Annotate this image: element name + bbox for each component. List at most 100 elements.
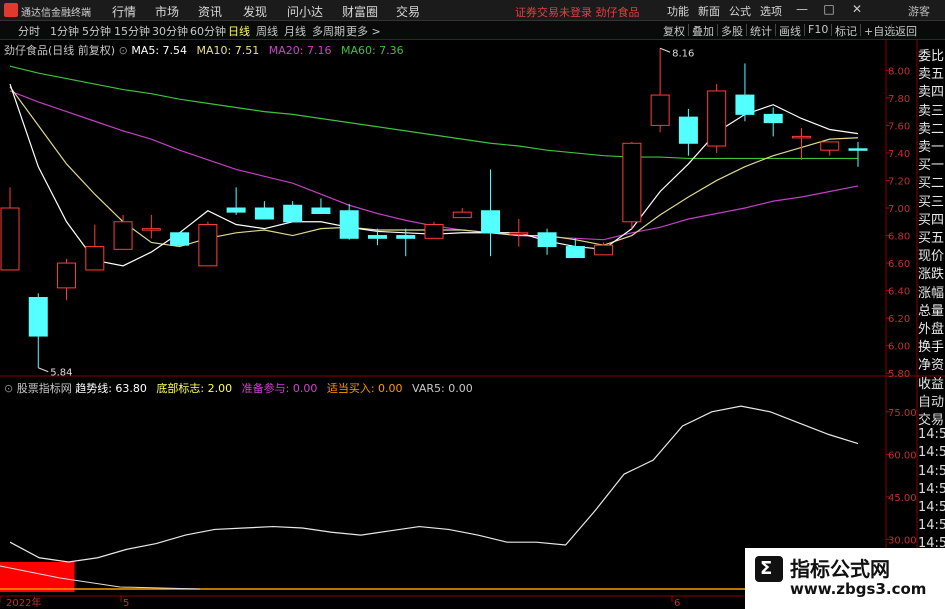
- high-marker: [659, 47, 671, 53]
- candle: [283, 204, 303, 223]
- candle: [791, 135, 811, 139]
- price-axis-label: 7.20: [888, 176, 910, 187]
- indicator-title[interactable]: 股票指标网: [17, 382, 72, 395]
- buy-label: 适当买入: 0.00: [326, 382, 403, 395]
- candle: [594, 244, 614, 256]
- candle: [339, 210, 359, 239]
- price-axis-label: 6.40: [888, 287, 910, 298]
- side-panel-item[interactable]: 卖一: [918, 136, 945, 155]
- price-axis-label: 7.60: [888, 121, 910, 132]
- candle: [735, 94, 755, 115]
- side-panel-item[interactable]: 买一: [918, 154, 945, 173]
- prepare-label: 准备参与: 0.00: [241, 382, 318, 395]
- indicator-axis-label: 45.00: [888, 493, 917, 504]
- price-axis-label: 6.20: [888, 314, 910, 325]
- side-panel-item[interactable]: 收益: [918, 373, 945, 392]
- candle: [226, 207, 246, 213]
- candle: [367, 235, 387, 239]
- side-panel-item[interactable]: 自动: [918, 391, 945, 410]
- ma60-label: MA60: 7.36: [340, 44, 404, 57]
- ma60-line: [9, 65, 858, 160]
- side-panel-item[interactable]: 买三: [918, 191, 945, 210]
- candle: [537, 232, 557, 248]
- ma10-label: MA10: 7.51: [196, 44, 260, 57]
- side-panel-item[interactable]: 14:50: [918, 500, 945, 515]
- candle: [141, 228, 161, 231]
- side-panel-item[interactable]: 总量: [918, 300, 945, 319]
- time-axis-label: 6: [674, 598, 680, 609]
- trend-line: [9, 405, 859, 563]
- side-panel-item[interactable]: 卖五: [918, 63, 945, 82]
- side-panel-item[interactable]: 14:50: [918, 445, 945, 460]
- candle: [452, 211, 472, 219]
- candle: [113, 221, 133, 250]
- watermark-url: www.zbgs3.com: [790, 580, 927, 598]
- side-panel-item[interactable]: 卖三: [918, 100, 945, 119]
- price-axis-label: 8.00: [888, 66, 910, 77]
- side-panel-item[interactable]: 现价: [918, 245, 945, 264]
- low-annotation: 5.84: [50, 368, 72, 379]
- indicator-axis-label: 75.00: [888, 408, 917, 419]
- candle: [311, 207, 331, 215]
- candle: [85, 246, 105, 271]
- price-axis-label: 7.40: [888, 149, 910, 160]
- candle: [28, 297, 48, 337]
- side-panel-item[interactable]: 买四: [918, 209, 945, 228]
- candle: [650, 94, 670, 126]
- indicator-legend: ⊙ 股票指标网 趋势线: 63.80 底部标志: 2.00 准备参与: 0.00…: [4, 382, 473, 395]
- price-axis-label: 7.00: [888, 204, 910, 215]
- candle: [565, 246, 585, 259]
- time-axis-label: 2022年: [6, 596, 41, 609]
- side-panel-item[interactable]: 买二: [918, 172, 945, 191]
- price-axis-label: 6.80: [888, 232, 910, 243]
- ma5-label: MA5: 7.54: [131, 44, 188, 57]
- side-panel-item[interactable]: 涨跌: [918, 263, 945, 282]
- price-axis-label: 7.80: [888, 94, 910, 105]
- candle: [509, 232, 529, 235]
- price-axis-label: 6.60: [888, 259, 910, 270]
- candle: [170, 232, 190, 246]
- watermark-title: 指标公式网: [790, 557, 890, 581]
- high-annotation: 8.16: [672, 48, 694, 59]
- candle: [678, 116, 698, 144]
- var5-label: VAR5: 0.00: [412, 382, 473, 395]
- side-panel-item[interactable]: 14:50: [918, 482, 945, 497]
- indicator-axis-label: 30.00: [888, 535, 917, 546]
- side-panel-item[interactable]: 14:50: [918, 464, 945, 479]
- candle: [763, 113, 783, 124]
- candle: [820, 141, 840, 151]
- side-panel-item[interactable]: 14:50: [918, 518, 945, 533]
- side-panel-item[interactable]: 14:50: [918, 427, 945, 442]
- ma20-line: [9, 90, 859, 241]
- indicator-axis-label: 60.00: [888, 450, 917, 461]
- candle: [481, 210, 501, 234]
- side-panel-item[interactable]: 卖四: [918, 81, 945, 100]
- candle: [0, 207, 20, 271]
- candle: [396, 235, 416, 239]
- side-panel-item[interactable]: 涨幅: [918, 282, 945, 301]
- trend-line-label: 趋势线: 63.80: [75, 382, 147, 395]
- side-panel-item[interactable]: 买五: [918, 227, 945, 246]
- candle: [198, 224, 218, 267]
- bottom-flag-label: 底部标志: 2.00: [156, 382, 233, 395]
- candle: [57, 262, 77, 289]
- price-axis-label: 6.00: [888, 342, 910, 353]
- chart-title: 劲仔食品(日线 前复权): [4, 44, 116, 57]
- side-panel-item[interactable]: 交易: [918, 409, 945, 428]
- bottom-flag-bar: [0, 562, 75, 592]
- candle: [254, 207, 274, 220]
- side-panel-item[interactable]: 委比: [918, 45, 945, 64]
- side-panel-item[interactable]: 外盘: [918, 318, 945, 337]
- candle: [848, 148, 868, 151]
- candle: [707, 90, 727, 147]
- candle: [424, 224, 444, 239]
- watermark-logo-icon: Σ: [755, 556, 783, 582]
- main-chart-legend: 劲仔食品(日线 前复权) ⊙ MA5: 7.54 MA10: 7.51 MA20…: [4, 44, 404, 57]
- price-axis-label: 5.80: [888, 369, 910, 380]
- side-panel-item[interactable]: 净资: [918, 354, 945, 373]
- side-panel-item[interactable]: 卖二: [918, 118, 945, 137]
- candlestick-chart[interactable]: 8.00 7.80 7.60 7.40 7.20 7.00 6.80 6.60 6.40 6.20…: [0, 0, 945, 609]
- time-axis-label: 5: [123, 598, 129, 609]
- side-panel-item[interactable]: 换手: [918, 336, 945, 355]
- low-marker: [38, 367, 49, 373]
